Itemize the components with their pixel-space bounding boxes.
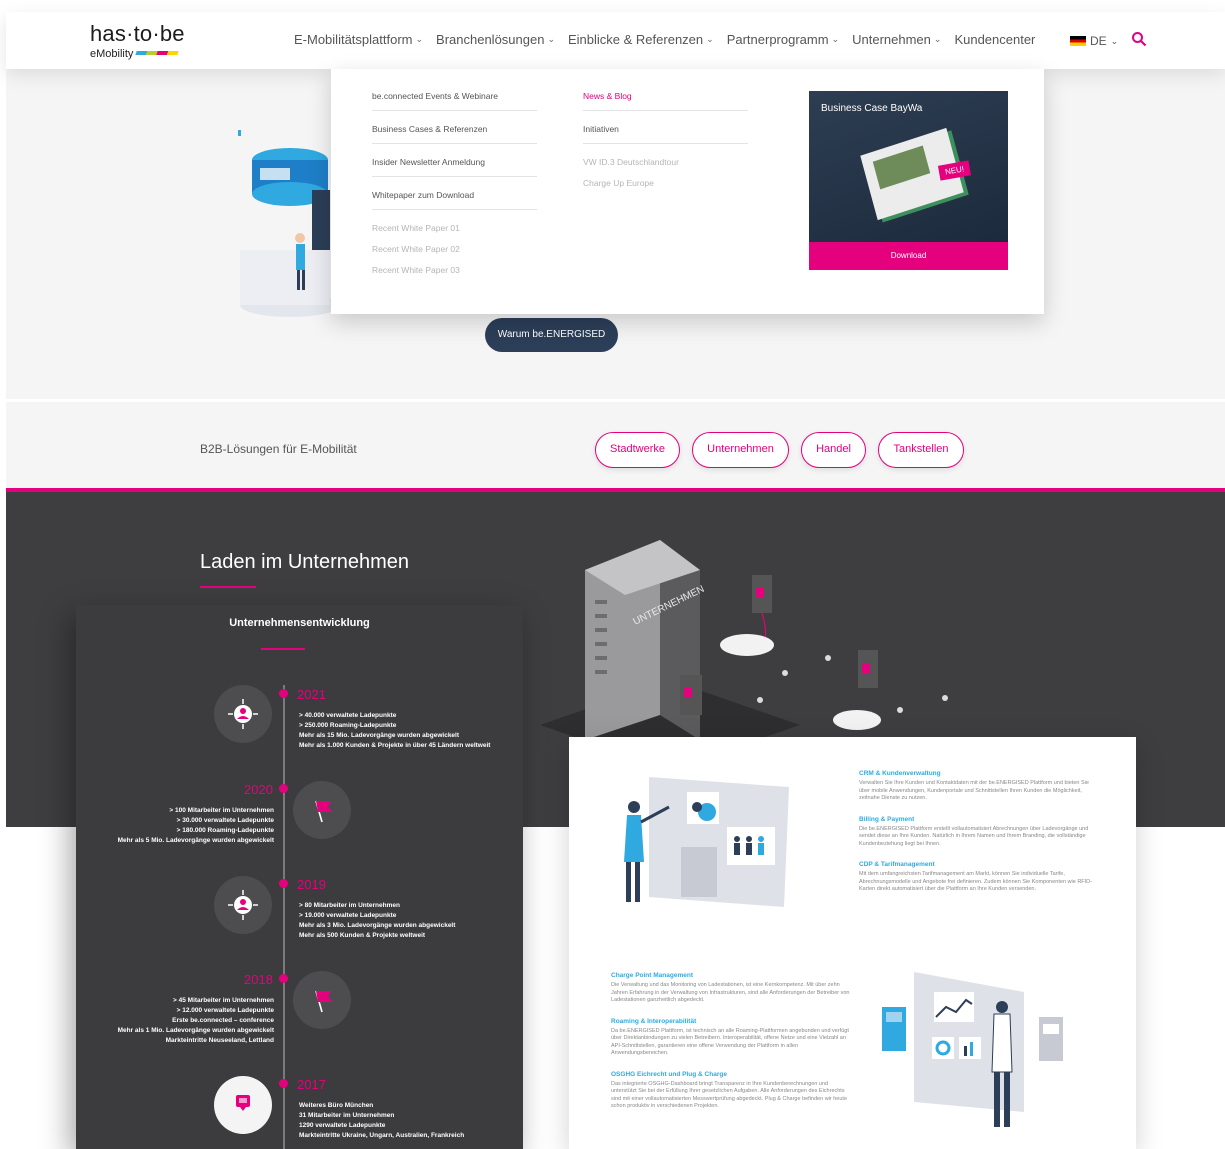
pill-tankstellen[interactable]: Tankstellen xyxy=(878,432,964,468)
feature-heading: Charge Point Management xyxy=(611,972,693,979)
hero-illustration xyxy=(238,130,340,317)
flag-icon xyxy=(293,781,351,839)
title-underline xyxy=(200,586,256,588)
feature-body: Die Verwaltung und das Monitoring von La… xyxy=(611,982,850,1003)
analytics-illustration xyxy=(882,972,1063,1127)
chevron-down-icon: ⌄ xyxy=(547,34,555,44)
nav-label: Einblicke & Referenzen xyxy=(568,32,704,47)
nav-label: Branchenlösungen xyxy=(436,32,545,47)
chevron-down-icon: ⌄ xyxy=(933,34,942,44)
timeline-title: Unternehmensentwicklung xyxy=(229,617,370,629)
submenu-item-whitepaper-2[interactable]: Recent White Paper 02 xyxy=(372,244,537,254)
pill-handel[interactable]: Handel xyxy=(801,432,866,468)
hero-cta-button[interactable]: Warum be.ENERGISED xyxy=(485,318,618,352)
timeline-year: 2017 xyxy=(297,1077,326,1092)
title-underline xyxy=(261,648,305,650)
nav-item-industries[interactable]: Branchenlösungen ⌄ xyxy=(436,32,555,47)
nav-label: Partnerprogramm xyxy=(726,32,829,47)
building-illustration: UNTERNEHMEN xyxy=(540,540,948,750)
timeline-entry-text: Weiteres Büro München 31 Mitarbeiter im U… xyxy=(299,1102,465,1139)
nav-item-customer-center[interactable]: Kundencenter xyxy=(954,32,1035,47)
main-nav: E-Mobilitätsplattform ⌄ Branchenlösungen ⌄… xyxy=(294,32,1048,47)
menu-item-whitepaper[interactable]: Whitepaper zum Download xyxy=(372,190,537,210)
logo-stripe xyxy=(135,50,180,55)
timeline-year: 2018 xyxy=(244,972,273,987)
timeline-year: 2019 xyxy=(297,877,326,892)
features-card: CRM & Kundenverwaltung Verwalten Sie Ihr… xyxy=(569,737,1136,1149)
search-icon[interactable] xyxy=(1131,31,1147,47)
menu-item-business-cases[interactable]: Business Cases & Referenzen xyxy=(372,124,537,144)
map-pin-icon xyxy=(214,1076,272,1134)
timeline-year: 2021 xyxy=(297,687,326,702)
download-button[interactable]: Download xyxy=(809,242,1008,270)
submenu-item-vw-tour[interactable]: VW ID.3 Deutschlandtour xyxy=(583,157,748,167)
feature-body: Da be.ENERGISED Plattform, ist technisch… xyxy=(611,1027,849,1057)
section-title: Laden im Unternehmen xyxy=(200,551,410,573)
timeline-entry-text: > 100 Mitarbeiter im Unternehmen > 30.000… xyxy=(117,807,274,844)
nav-item-company[interactable]: Unternehmen ⌄ xyxy=(852,32,941,47)
logo[interactable]: has·to·be eMobility xyxy=(90,21,185,62)
submenu-item-whitepaper-1[interactable]: Recent White Paper 01 xyxy=(372,223,537,233)
timeline-card: Unternehmensentwicklung 2021 > 40.000 ve… xyxy=(76,605,523,1149)
feature-heading: CDP & Tarifmanagement xyxy=(859,861,935,868)
feature-body: Das integrierte OSGHG-Dashboard bringt T… xyxy=(611,1080,848,1110)
dashboard-illustration xyxy=(624,777,789,907)
pill-unternehmen[interactable]: Unternehmen xyxy=(692,432,789,468)
chevron-down-icon: ⌄ xyxy=(831,34,840,44)
teaser-card[interactable]: Business Case BayWa NEU! Download xyxy=(809,91,1008,272)
nav-label: Unternehmen xyxy=(852,32,931,47)
teaser-image: Business Case BayWa NEU! xyxy=(809,91,1008,242)
menu-item-events[interactable]: be.connected Events & Webinare xyxy=(372,91,537,111)
features-right-column: CRM & Kundenverwaltung Verwalten Sie Ihr… xyxy=(859,770,1099,907)
timeline-dot xyxy=(279,689,288,698)
submenu-item-charge-up[interactable]: Charge Up Europe xyxy=(583,178,748,188)
feature-heading: CRM & Kundenverwaltung xyxy=(859,770,941,777)
chevron-down-icon: ⌄ xyxy=(1110,35,1119,46)
language-label: DE xyxy=(1090,34,1107,48)
pill-stadtwerke[interactable]: Stadtwerke xyxy=(595,432,680,468)
language-selector[interactable]: DE ⌄ xyxy=(1070,34,1118,48)
network-person-icon xyxy=(214,685,272,743)
submenu-item-whitepaper-3[interactable]: Recent White Paper 03 xyxy=(372,265,537,275)
timeline-entry-text: > 40.000 verwaltete Ladepunkte > 250.000 … xyxy=(299,712,491,749)
features-left-column: Charge Point Management Die Verwaltung u… xyxy=(611,972,851,1124)
network-person-icon xyxy=(214,876,272,934)
timeline-year: 2020 xyxy=(244,782,273,797)
timeline-dot xyxy=(279,974,288,983)
menu-item-initiatives[interactable]: Initiativen xyxy=(583,124,748,144)
timeline-dot xyxy=(279,1079,288,1088)
feature-heading: Roaming & Interoperabilität xyxy=(611,1017,697,1025)
flag-icon xyxy=(293,971,351,1029)
feature-heading: OSGHG Eichrecht und Plug & Charge xyxy=(611,1070,727,1078)
mega-menu-column-2: News & Blog Initiativen VW ID.3 Deutschl… xyxy=(583,91,748,199)
nav-item-platform[interactable]: E-Mobilitätsplattform ⌄ xyxy=(294,32,423,47)
chevron-down-icon: ⌄ xyxy=(706,34,714,44)
timeline-entry-text: > 80 Mitarbeiter im Unternehmen > 19.000 … xyxy=(299,902,456,939)
nav-label: Kundencenter xyxy=(954,32,1036,47)
timeline-dot xyxy=(279,784,288,793)
german-flag-icon xyxy=(1070,36,1086,46)
nav-label: E-Mobilitätsplattform xyxy=(294,32,413,47)
feature-heading: Billing & Payment xyxy=(859,815,915,823)
logo-wordmark: has·to·be xyxy=(90,21,185,46)
feature-body: Verwalten Sie Ihre Kunden und Kontaktdat… xyxy=(859,780,1089,801)
menu-item-news-blog[interactable]: News & Blog xyxy=(583,91,748,111)
logo-subtitle: eMobility xyxy=(90,48,134,60)
mega-menu-column-1: be.connected Events & Webinare Business … xyxy=(372,91,537,286)
nav-item-partner[interactable]: Partnerprogramm ⌄ xyxy=(727,32,839,47)
timeline-dot xyxy=(279,879,288,888)
feature-body: Mit dem umfangreichsten Tarifmanagement … xyxy=(859,871,1092,892)
menu-item-newsletter[interactable]: Insider Newsletter Anmeldung xyxy=(372,157,537,177)
mega-menu: be.connected Events & Webinare Business … xyxy=(331,69,1044,314)
feature-body: Die be.ENERGISED Plattform erstellt voll… xyxy=(859,825,1089,847)
b2b-title: B2B-Lösungen für E-Mobilität xyxy=(200,442,357,456)
chevron-down-icon: ⌄ xyxy=(415,34,424,44)
nav-item-insights[interactable]: Einblicke & Referenzen ⌄ xyxy=(568,32,714,47)
timeline-entry-text: > 45 Mitarbeiter im Unternehmen > 12.000 … xyxy=(117,997,274,1044)
teaser-title: Business Case BayWa xyxy=(821,103,923,114)
